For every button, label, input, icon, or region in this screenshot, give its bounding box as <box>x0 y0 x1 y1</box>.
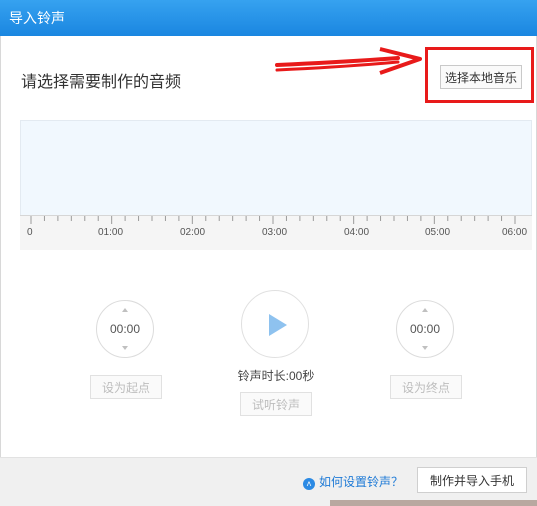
window-title-bar: 导入铃声 <box>0 0 537 36</box>
chevron-down-icon[interactable] <box>122 346 128 350</box>
how-to-set-ringtone-link[interactable]: ˄ 如何设置铃声？ <box>303 473 403 490</box>
select-audio-prompt: 请选择需要制作的音频 <box>21 74 182 91</box>
tick-label-3: 03:00 <box>262 227 288 238</box>
make-and-import-button[interactable]: 制作并导入手机 <box>417 467 527 493</box>
dialog-body <box>0 36 537 506</box>
help-link-text: 如何设置铃声？ <box>319 475 404 489</box>
start-time-dial[interactable]: 00:00 <box>96 300 154 358</box>
background-strip <box>330 500 537 506</box>
tick-label-6: 06:00 <box>502 227 528 238</box>
tick-label-0: 0 <box>27 227 33 238</box>
end-time-dial[interactable]: 00:00 <box>396 300 454 358</box>
red-highlight-box <box>425 47 534 103</box>
timeline-ruler[interactable]: 0 01:00 02:00 03:00 04:00 05:00 06:00 <box>20 215 532 250</box>
set-start-button[interactable]: 设为起点 <box>90 375 162 399</box>
window-title: 导入铃声 <box>9 10 65 26</box>
tick-label-5: 05:00 <box>425 227 451 238</box>
play-button[interactable] <box>241 290 309 358</box>
start-time-value: 00:00 <box>109 322 141 336</box>
help-icon: ˄ <box>303 478 315 490</box>
set-end-button[interactable]: 设为终点 <box>390 375 462 399</box>
chevron-up-icon[interactable] <box>422 308 428 312</box>
red-arrow-annotation <box>275 47 422 75</box>
chevron-up-icon[interactable] <box>122 308 128 312</box>
chevron-down-icon[interactable] <box>422 346 428 350</box>
ringtone-duration: 铃声时长:00秒 <box>237 369 315 383</box>
tick-label-1: 01:00 <box>98 227 124 238</box>
tick-label-4: 04:00 <box>344 227 370 238</box>
play-icon <box>269 314 287 336</box>
end-time-value: 00:00 <box>409 322 441 336</box>
timeline-ticks <box>30 216 516 224</box>
tick-label-2: 02:00 <box>180 227 206 238</box>
preview-ringtone-button[interactable]: 试听铃声 <box>240 392 312 416</box>
